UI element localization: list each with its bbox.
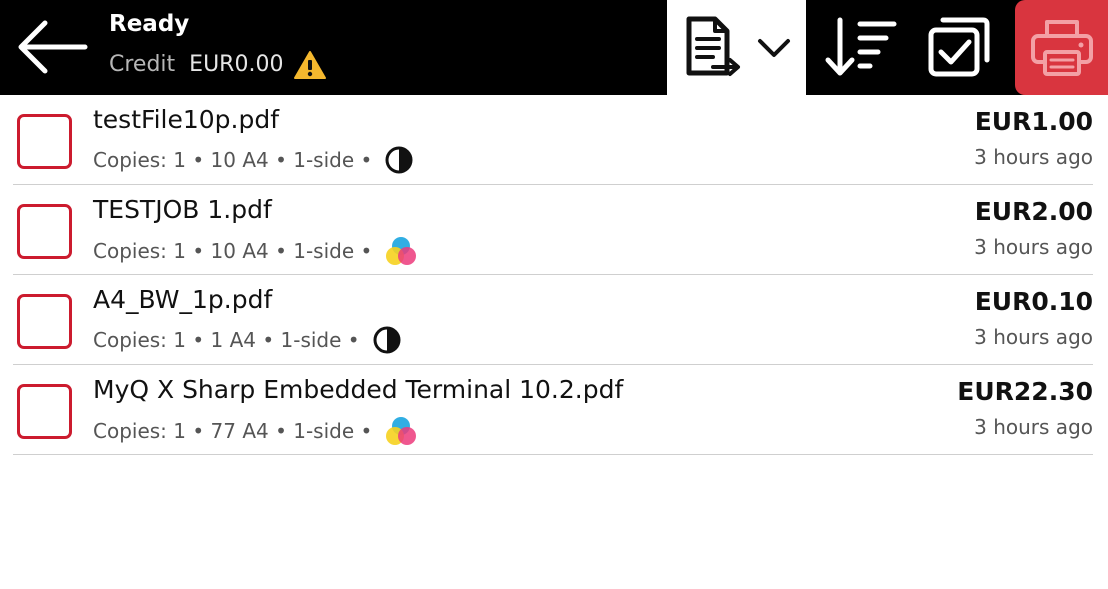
job-time: 3 hours ago [974,325,1093,349]
print-button[interactable] [1015,0,1108,95]
status-panel: Ready Credit EUR0.00 [109,8,327,82]
job-meta: Copies: 1 • 10 A4 • 1-side • [93,145,414,175]
credit-label: Credit [109,52,176,77]
select-all-button[interactable] [918,12,998,82]
status-title: Ready [109,11,190,37]
job-name: testFile10p.pdf [93,105,280,134]
job-time: 3 hours ago [974,235,1093,259]
job-time: 3 hours ago [974,415,1093,439]
select-all-icon [928,17,990,77]
bw-icon [372,325,402,355]
job-name: TESTJOB 1.pdf [93,195,272,224]
color-icon [384,235,418,267]
job-meta: Copies: 1 • 77 A4 • 1-side • [93,415,418,447]
job-meta: Copies: 1 • 1 A4 • 1-side • [93,325,402,355]
job-name: A4_BW_1p.pdf [93,285,273,314]
credit-value: EUR0.00 [189,52,284,77]
job-list: testFile10p.pdf Copies: 1 • 10 A4 • 1-si… [0,95,1108,455]
job-meta-text: Copies: 1 • 1 A4 • 1-side • [93,328,360,352]
document-export-icon [686,16,740,76]
credit-row: Credit EUR0.00 [109,48,327,82]
job-checkbox[interactable] [17,294,72,349]
job-time: 3 hours ago [974,145,1093,169]
job-row[interactable]: MyQ X Sharp Embedded Terminal 10.2.pdf C… [0,365,1108,455]
job-price: EUR22.30 [957,377,1093,406]
back-button[interactable] [10,12,94,82]
job-meta-text: Copies: 1 • 10 A4 • 1-side • [93,239,373,263]
job-row[interactable]: testFile10p.pdf Copies: 1 • 10 A4 • 1-si… [0,95,1108,185]
job-row[interactable]: TESTJOB 1.pdf Copies: 1 • 10 A4 • 1-side… [0,185,1108,275]
job-meta: Copies: 1 • 10 A4 • 1-side • [93,235,418,267]
job-price: EUR0.10 [974,287,1093,316]
arrow-left-icon [18,20,88,74]
sort-icon [825,17,897,76]
job-meta-text: Copies: 1 • 77 A4 • 1-side • [93,419,373,443]
job-name: MyQ X Sharp Embedded Terminal 10.2.pdf [93,375,624,404]
document-menu-button[interactable] [667,0,806,95]
job-checkbox[interactable] [17,384,72,439]
job-price: EUR2.00 [974,197,1093,226]
warning-icon [293,50,327,80]
job-checkbox[interactable] [17,204,72,259]
job-price: EUR1.00 [974,107,1093,136]
job-meta-text: Copies: 1 • 10 A4 • 1-side • [93,148,373,172]
job-row[interactable]: A4_BW_1p.pdf Copies: 1 • 1 A4 • 1-side •… [0,275,1108,365]
color-icon [384,415,418,447]
chevron-down-icon [757,38,790,57]
printer-icon [1030,19,1093,76]
sort-button[interactable] [821,12,901,82]
bw-icon [384,145,414,175]
job-checkbox[interactable] [17,114,72,169]
top-bar: Ready Credit EUR0.00 [0,0,1108,95]
